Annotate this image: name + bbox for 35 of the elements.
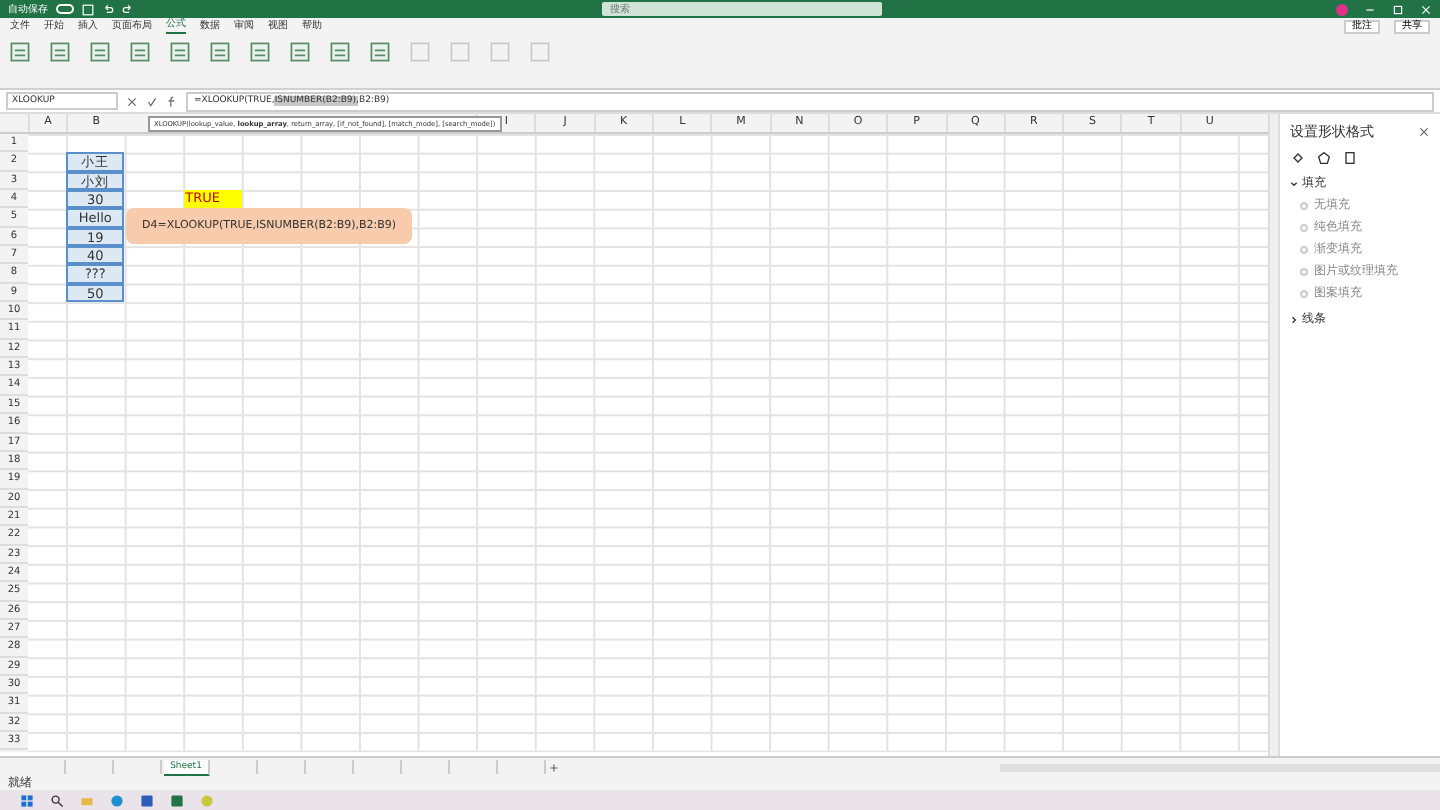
ribbon-tool-icon[interactable] (248, 40, 272, 64)
word-icon[interactable] (140, 793, 154, 807)
pentagon-icon[interactable] (1316, 150, 1332, 166)
ribbon-tool-icon[interactable] (128, 40, 152, 64)
ribbon-tool-icon[interactable] (168, 40, 192, 64)
windows-start-icon[interactable] (20, 793, 34, 807)
ribbon-tool-icon[interactable] (328, 40, 352, 64)
excel-icon[interactable] (170, 793, 184, 807)
browser-icon[interactable] (110, 793, 124, 807)
ribbon-tool-icon[interactable] (48, 40, 72, 64)
ribbon-tool-icon[interactable] (88, 40, 112, 64)
size-icon[interactable] (1342, 150, 1358, 166)
caret-icon[interactable] (1290, 179, 1298, 187)
ribbon-tool-icon[interactable] (208, 40, 232, 64)
minimize-icon[interactable] (1364, 3, 1376, 15)
caret-icon[interactable] (1290, 315, 1298, 323)
autosave-toggle[interactable] (56, 4, 74, 14)
radio-button[interactable] (1300, 223, 1308, 231)
ribbon-tool-icon[interactable] (8, 40, 32, 64)
enter-icon[interactable] (146, 95, 158, 107)
maximize-icon[interactable] (1392, 3, 1404, 15)
redo-icon[interactable] (122, 3, 134, 15)
add-sheet-icon[interactable] (548, 761, 560, 773)
search-icon[interactable] (50, 793, 64, 807)
radio-button[interactable] (1300, 201, 1308, 209)
radio-button[interactable] (1300, 245, 1308, 253)
save-icon[interactable] (82, 3, 94, 15)
close-icon[interactable] (1418, 126, 1430, 138)
radio-button[interactable] (1300, 267, 1308, 275)
ribbon-tool-icon[interactable] (368, 40, 392, 64)
cancel-icon[interactable] (126, 95, 138, 107)
radio-button[interactable] (1300, 289, 1308, 297)
function-icon[interactable] (166, 95, 178, 107)
undo-icon[interactable] (102, 3, 114, 15)
ribbon-tool-icon[interactable] (288, 40, 312, 64)
